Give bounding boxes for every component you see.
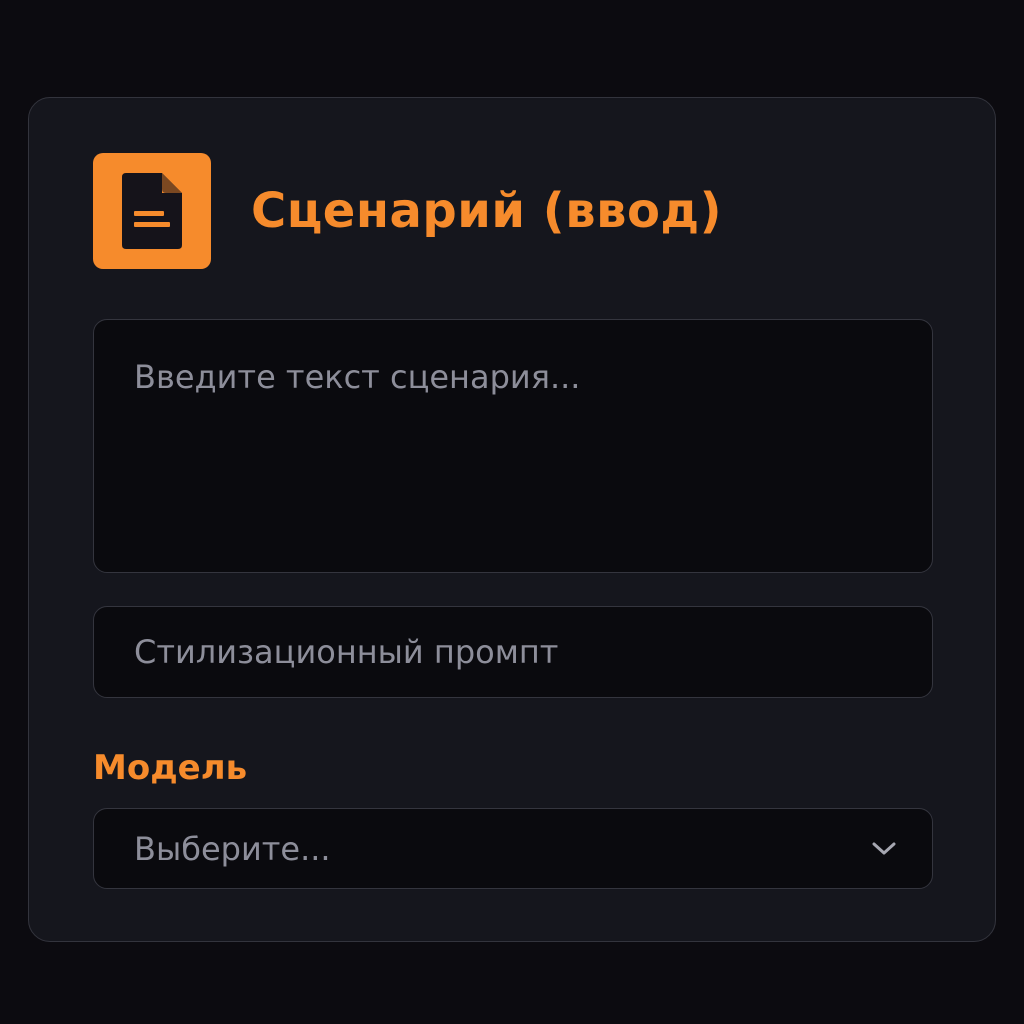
chevron-down-icon (872, 837, 896, 861)
style-prompt-placeholder: Стилизационный промпт (134, 633, 559, 671)
script-textarea-placeholder: Введите текст сценария... (134, 358, 581, 396)
card-title: Сценарий (ввод) (251, 183, 723, 239)
card-header: Сценарий (ввод) (93, 153, 722, 269)
model-label: Модель (93, 748, 248, 788)
scenario-input-card: Сценарий (ввод) Введите текст сценария..… (28, 97, 996, 942)
model-select-value: Выберите... (134, 829, 331, 868)
script-textarea[interactable]: Введите текст сценария... (93, 319, 933, 573)
style-prompt-input[interactable]: Стилизационный промпт (93, 606, 933, 698)
model-select[interactable]: Выберите... (93, 808, 933, 889)
document-icon (93, 153, 211, 269)
